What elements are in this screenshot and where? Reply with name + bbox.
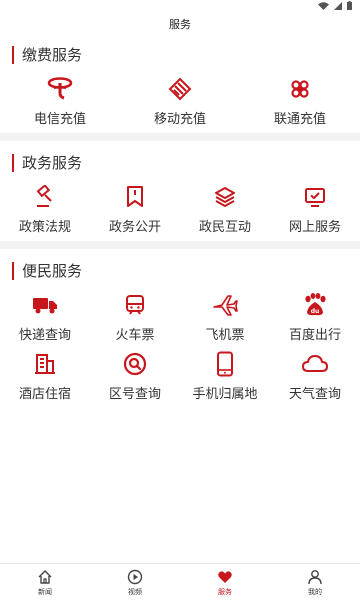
baidu-travel-label: 百度出行 [288,328,341,343]
play-icon [127,569,143,585]
express-query-label: 快递查询 [18,328,71,343]
status-icons [318,1,352,10]
telecom-recharge-label: 电信充值 [33,112,86,127]
policy-button[interactable]: 政策法规 [0,184,90,235]
tab-service[interactable]: 服务 [180,564,270,600]
online-service-label: 网上服务 [288,220,341,235]
user-icon [308,570,322,585]
mobile-icon [168,77,192,101]
tab-video[interactable]: 视频 [90,564,180,600]
phone-location-button[interactable]: 手机归属地 [180,351,270,402]
signal-icon [334,1,342,10]
page-title: 服务 [169,18,191,31]
tab-profile[interactable]: 我的 [270,564,360,600]
payment-row: 电信充值 移动充值 联通充值 [0,76,360,127]
heart-icon [218,571,232,583]
flight-ticket-button[interactable]: 飞机票 [180,292,270,343]
airplane-icon [213,295,238,316]
hotel-icon [35,354,55,374]
section-divider [0,133,360,141]
monitor-icon [305,188,325,207]
online-service-button[interactable]: 网上服务 [270,184,360,235]
weather-label: 天气查询 [288,387,341,402]
unicom-recharge-button[interactable]: 联通充值 [240,76,360,127]
tab-news[interactable]: 新闻 [0,564,90,600]
unicom-recharge-label: 联通充值 [273,112,326,127]
truck-icon [33,298,57,314]
flight-ticket-label: 飞机票 [205,328,245,343]
train-icon [126,295,144,315]
train-ticket-button[interactable]: 火车票 [90,292,180,343]
hotel-label: 酒店住宿 [18,387,71,402]
convenience-row-1: 快递查询 火车票 飞机票 du 百度出行 [0,292,360,343]
gov-affairs-label: 政务公开 [108,220,161,235]
hotel-button[interactable]: 酒店住宿 [0,351,90,402]
home-icon [38,570,52,584]
train-ticket-label: 火车票 [115,328,155,343]
telecom-icon [47,77,73,100]
telecom-recharge-button[interactable]: 电信充值 [0,76,120,127]
gov-affairs-button[interactable]: 政务公开 [90,184,180,235]
government-row: 政策法规 政务公开 政民互动 网上服务 [0,184,360,235]
bookmark-icon [127,186,143,207]
tab-profile-label: 我的 [308,588,322,596]
convenience-row-2: 酒店住宿 区号查询 手机归属地 天气查询 [0,351,360,402]
bottom-tab-bar: 新闻 视频 服务 我的 [0,563,360,600]
wifi-icon [318,1,329,10]
interaction-button[interactable]: 政民互动 [180,184,270,235]
status-bar [0,0,360,12]
section-title-payment: 缴费服务 [12,46,82,64]
weather-button[interactable]: 天气查询 [270,351,360,402]
policy-label: 政策法规 [18,220,71,235]
express-query-button[interactable]: 快递查询 [0,292,90,343]
cloud-icon [302,355,328,372]
area-code-label: 区号查询 [108,387,161,402]
gavel-icon [36,185,52,207]
baidu-travel-button[interactable]: du 百度出行 [270,292,360,343]
mobile-recharge-label: 移动充值 [153,112,206,127]
battery-icon [347,1,352,10]
tab-news-label: 新闻 [38,588,52,596]
phone-icon [217,351,233,377]
layers-icon [215,187,235,207]
section-divider [0,241,360,249]
phone-location-label: 手机归属地 [192,387,258,402]
svg-text:du: du [311,308,320,315]
interaction-label: 政民互动 [198,220,251,235]
mobile-recharge-button[interactable]: 移动充值 [120,76,240,127]
unicom-icon [291,80,309,98]
baidu-icon: du [305,293,326,316]
tab-video-label: 视频 [128,588,142,596]
tab-service-label: 服务 [218,588,232,596]
section-title-convenience: 便民服务 [12,262,82,280]
search-circle-icon [123,352,147,376]
section-title-government: 政务服务 [12,154,82,172]
area-code-button[interactable]: 区号查询 [90,351,180,402]
